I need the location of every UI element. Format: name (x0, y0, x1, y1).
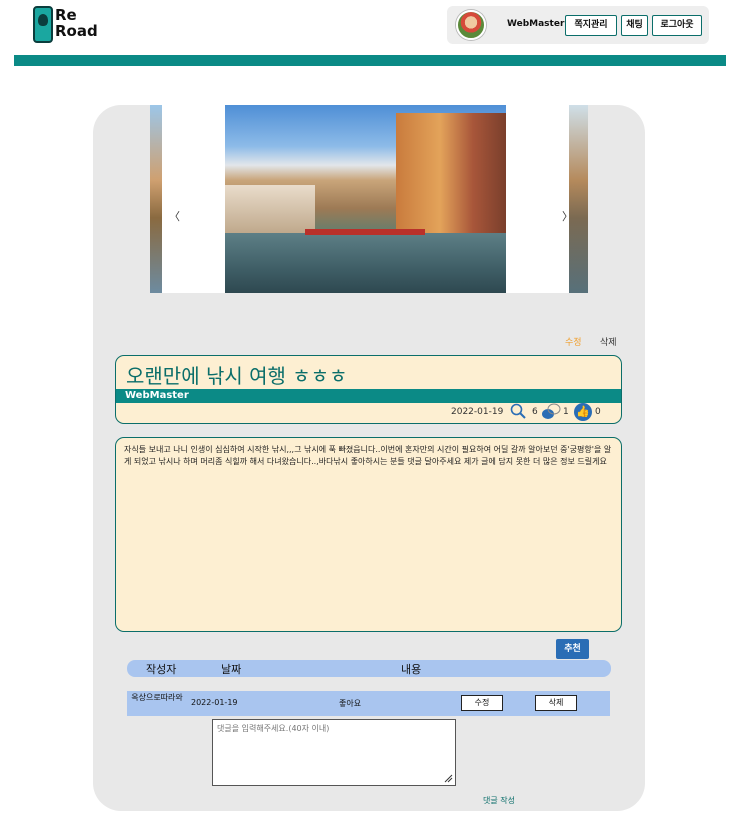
logo-text-road: Road (55, 22, 98, 40)
post-delete-link[interactable]: 삭제 (600, 335, 617, 348)
carousel-prev-image (150, 105, 162, 293)
post-author: WebMaster (125, 390, 189, 401)
avatar[interactable] (456, 10, 486, 40)
post-title-box: 오랜만에 낚시 여행 ㅎㅎㅎ WebMaster 2022-01-19 6 1 … (115, 355, 622, 424)
image-carousel: 〈 〉 (150, 105, 588, 293)
carousel-prev-icon[interactable]: 〈 (169, 208, 180, 224)
logout-button[interactable]: 로그아웃 (652, 15, 702, 36)
comment-input[interactable] (212, 719, 456, 786)
phone-logo-icon (33, 6, 53, 43)
comment-edit-button[interactable]: 수정 (461, 695, 503, 711)
likes-count: 0 (595, 407, 601, 417)
logo-text-re: Re (55, 6, 77, 24)
carousel-main-image (225, 105, 506, 293)
comment-text: 좋아요 (339, 699, 362, 708)
header-author: 작성자 (146, 663, 177, 676)
comment-author: 옥상으로따라와 (131, 693, 183, 702)
header-date: 날짜 (221, 663, 242, 676)
thumbs-up-icon[interactable]: 👍 (574, 403, 592, 421)
user-bar: WebMaster 쪽지관리 채팅 로그아웃 (447, 6, 709, 44)
comment-date: 2022-01-19 (191, 698, 238, 707)
author-bar: WebMaster (116, 389, 621, 403)
header-content: 내용 (401, 663, 422, 676)
username: WebMaster (507, 19, 565, 29)
reroad-logo[interactable]: Re Road (33, 6, 103, 46)
recommend-button[interactable]: 추천 (556, 639, 589, 659)
post-edit-link[interactable]: 수정 (565, 335, 582, 348)
header-divider (14, 55, 726, 66)
carousel-next-image (569, 105, 588, 293)
comment-icon (542, 403, 561, 419)
comments-count: 1 (563, 407, 569, 417)
message-manage-button[interactable]: 쪽지관리 (565, 15, 617, 36)
comment-submit-button[interactable]: 댓글 작성 (483, 795, 515, 806)
table-row: 옥상으로따라와 2022-01-19 좋아요 수정 삭제 (127, 691, 610, 716)
post-content: 자식들 보내고 나니 인생이 심심하여 시작한 낚시,,,그 낚시에 푹 빠졌읍… (115, 437, 622, 632)
resize-handle-icon[interactable] (443, 773, 453, 783)
comment-table-header: 작성자 날짜 내용 (127, 660, 611, 677)
comment-delete-button[interactable]: 삭제 (535, 695, 577, 711)
chat-button[interactable]: 채팅 (621, 15, 648, 36)
views-icon (510, 403, 526, 419)
logo-text: Re Road (55, 7, 98, 39)
post-date: 2022-01-19 (451, 407, 504, 417)
post-title: 오랜만에 낚시 여행 ㅎㅎㅎ (126, 364, 348, 388)
views-count: 6 (532, 407, 538, 417)
